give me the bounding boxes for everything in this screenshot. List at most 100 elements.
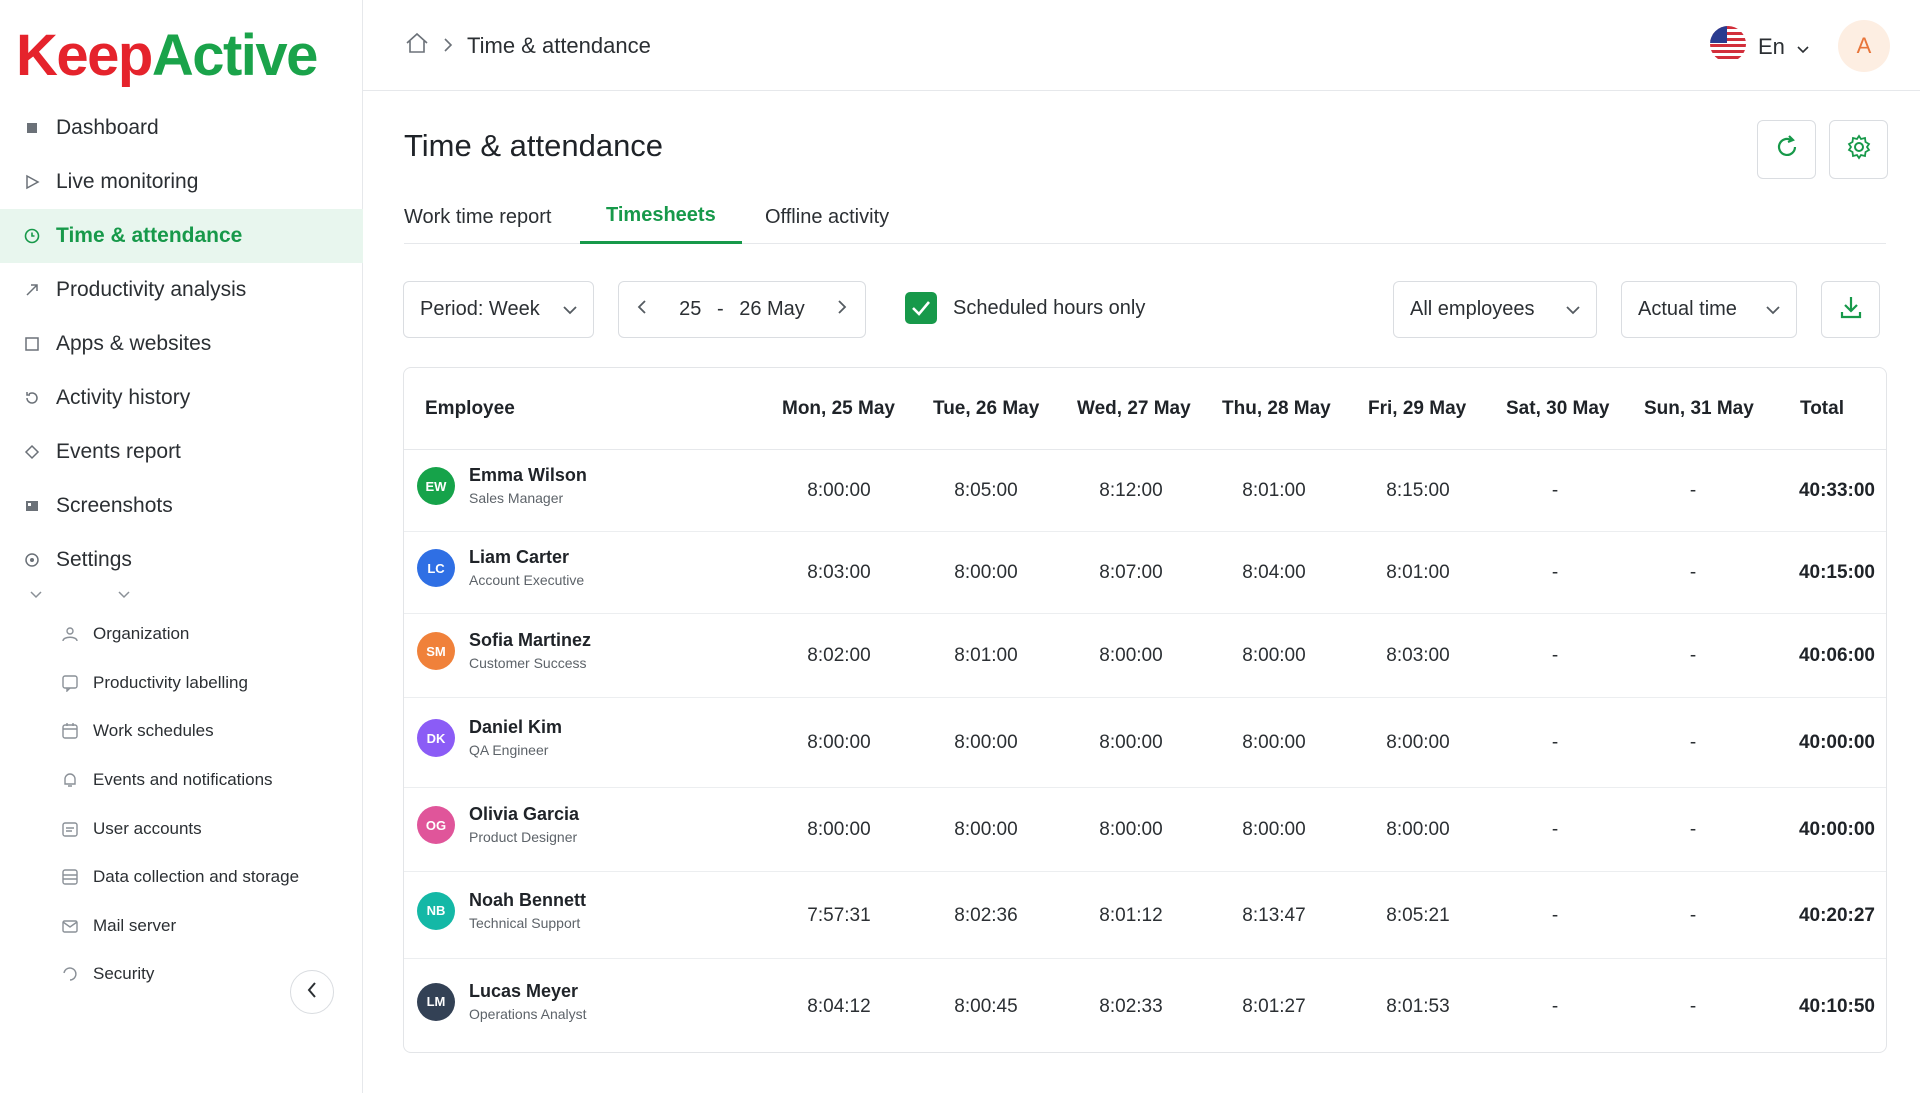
prev-period-button[interactable] bbox=[637, 298, 647, 321]
label-icon bbox=[60, 673, 80, 693]
refresh-button[interactable] bbox=[1757, 120, 1816, 179]
sidebar-subitem-label: Security bbox=[93, 964, 155, 984]
tab-bar: Work time report Timesheets Offline acti… bbox=[404, 190, 1886, 244]
breadcrumb-separator-icon bbox=[443, 33, 453, 59]
chevron-down-icon bbox=[563, 298, 577, 321]
total-cell: 40:06:00 bbox=[1798, 645, 1875, 666]
employee-name[interactable]: Daniel Kim bbox=[469, 717, 562, 738]
employee-name[interactable]: Noah Bennett bbox=[469, 890, 586, 911]
sidebar-item-settings[interactable]: Settings bbox=[0, 533, 363, 587]
table-row[interactable]: LM Lucas Meyer Operations Analyst 8:04:12 8:… bbox=[404, 959, 1886, 1052]
scheduled-hours-toggle[interactable]: Scheduled hours only bbox=[905, 292, 1145, 324]
sidebar-subitem-productivity-labelling[interactable]: Productivity labelling bbox=[0, 659, 363, 708]
settings-expand-indicator[interactable] bbox=[30, 586, 130, 602]
tab-timesheets[interactable]: Timesheets bbox=[580, 190, 742, 244]
table-row[interactable]: NB Noah Bennett Technical Support 7:57:31 8:… bbox=[404, 872, 1886, 959]
settings-subnav: Organization Productivity labelling Work… bbox=[0, 610, 363, 999]
date-range-picker: 25 - 26 May bbox=[618, 281, 866, 338]
language-label: En bbox=[1758, 34, 1785, 59]
sidebar-item-events-report[interactable]: Events report bbox=[0, 425, 363, 479]
scheduled-hours-checkbox[interactable] bbox=[905, 292, 937, 324]
tab-work-time-report[interactable]: Work time report bbox=[378, 190, 577, 244]
page-title: Time & attendance bbox=[404, 128, 664, 163]
day-cell: - bbox=[1551, 995, 1559, 1017]
employee-name[interactable]: Emma Wilson bbox=[469, 465, 587, 486]
column-header-mon: Mon, 25 May bbox=[782, 398, 895, 419]
collapse-sidebar-button[interactable] bbox=[290, 970, 334, 1014]
table-row[interactable]: DK Daniel Kim QA Engineer 8:00:00 8:00:00 8:0… bbox=[404, 698, 1886, 788]
day-cell: 8:05:21 bbox=[1386, 904, 1450, 926]
range-start: 25 bbox=[679, 298, 702, 320]
diamond-icon bbox=[22, 442, 42, 462]
period-select[interactable]: Period: Week bbox=[403, 281, 594, 338]
employee-role: Product Designer bbox=[469, 829, 578, 845]
time-mode-select[interactable]: Actual time bbox=[1621, 281, 1797, 338]
gear-icon bbox=[1846, 134, 1872, 165]
employee-name[interactable]: Liam Carter bbox=[469, 547, 569, 568]
tab-offline-activity[interactable]: Offline activity bbox=[739, 190, 915, 244]
employees-select[interactable]: All employees bbox=[1393, 281, 1597, 338]
sidebar-item-activity-history[interactable]: Activity history bbox=[0, 371, 363, 425]
date-range-label[interactable]: 25 - 26 May bbox=[679, 298, 805, 321]
day-cell: 8:00:00 bbox=[1099, 819, 1163, 840]
chevron-down-icon bbox=[1566, 298, 1580, 321]
breadcrumb: Time & attendance bbox=[405, 32, 651, 60]
settings-button[interactable] bbox=[1829, 120, 1888, 179]
history-icon bbox=[22, 388, 42, 408]
table-row[interactable]: EW Emma Wilson Sales Manager 8:00:00 8:05:00… bbox=[404, 450, 1886, 532]
sidebar-item-dashboard[interactable]: Dashboard bbox=[0, 101, 363, 155]
sidebar-item-label: Dashboard bbox=[56, 116, 159, 139]
user-avatar[interactable]: A bbox=[1838, 20, 1890, 72]
sidebar-subitem-user-accounts[interactable]: User accounts bbox=[0, 804, 363, 853]
employee-name[interactable]: Lucas Meyer bbox=[469, 981, 578, 1002]
table-row[interactable]: SM Sofia Martinez Customer Success 8:02:00 8… bbox=[404, 614, 1886, 698]
sidebar-subitem-label: User accounts bbox=[93, 818, 202, 838]
sidebar-item-time-attendance[interactable]: Time & attendance bbox=[0, 209, 363, 263]
day-cell: 8:00:00 bbox=[1242, 819, 1306, 840]
chevron-down-icon bbox=[30, 586, 42, 602]
chevron-down-icon bbox=[118, 586, 130, 602]
employee-avatar: LM bbox=[417, 982, 455, 1021]
bell-icon bbox=[60, 770, 80, 790]
sidebar-subitem-mail-server[interactable]: Mail server bbox=[0, 902, 363, 951]
day-cell: 8:02:36 bbox=[954, 904, 1018, 926]
employee-role: Sales Manager bbox=[469, 490, 564, 506]
breadcrumb-current: Time & attendance bbox=[467, 33, 651, 58]
employee-name[interactable]: Sofia Martinez bbox=[469, 630, 591, 651]
us-flag-icon bbox=[1710, 26, 1746, 68]
total-cell: 40:00:00 bbox=[1798, 732, 1875, 753]
day-cell: 8:00:00 bbox=[807, 819, 871, 840]
day-cell: 8:01:27 bbox=[1242, 995, 1306, 1017]
chevron-left-icon bbox=[306, 981, 318, 1004]
sidebar-subitem-organization[interactable]: Organization bbox=[0, 610, 363, 659]
app-logo[interactable]: KeepActive bbox=[16, 22, 318, 89]
day-cell: - bbox=[1551, 645, 1559, 666]
column-header-employee: Employee bbox=[425, 398, 515, 419]
next-period-button[interactable] bbox=[837, 298, 847, 321]
language-selector[interactable]: En bbox=[1710, 26, 1809, 68]
home-icon[interactable] bbox=[405, 32, 429, 60]
sidebar-item-live-monitoring[interactable]: Live monitoring bbox=[0, 155, 363, 209]
table-row[interactable]: LC Liam Carter Account Executive 8:03:00 8:0… bbox=[404, 532, 1886, 614]
sidebar-subitem-work-schedules[interactable]: Work schedules bbox=[0, 707, 363, 756]
day-cell: 8:07:00 bbox=[1099, 562, 1163, 583]
employee-name[interactable]: Olivia Garcia bbox=[469, 804, 579, 825]
day-cell: 8:00:00 bbox=[1386, 819, 1450, 840]
sidebar-item-apps-websites[interactable]: Apps & websites bbox=[0, 317, 363, 371]
sidebar-item-label: Settings bbox=[56, 548, 132, 571]
day-cell: 8:00:00 bbox=[1386, 732, 1450, 753]
mail-icon bbox=[60, 916, 80, 936]
download-button[interactable] bbox=[1821, 281, 1880, 338]
day-cell: 8:12:00 bbox=[1099, 480, 1163, 501]
day-cell: 8:00:00 bbox=[807, 732, 871, 753]
sidebar-item-screenshots[interactable]: Screenshots bbox=[0, 479, 363, 533]
sidebar-subitem-events-notifications[interactable]: Events and notifications bbox=[0, 756, 363, 805]
sidebar-item-productivity-analysis[interactable]: Productivity analysis bbox=[0, 263, 363, 317]
sidebar-subitem-data-collection[interactable]: Data collection and storage bbox=[0, 853, 363, 902]
total-cell: 40:00:00 bbox=[1798, 819, 1875, 840]
day-cell: 8:01:00 bbox=[1242, 480, 1306, 501]
top-bar: Time & attendance En A bbox=[363, 0, 1920, 91]
square-icon bbox=[22, 334, 42, 354]
sidebar-item-label: Activity history bbox=[56, 386, 191, 409]
table-row[interactable]: OG Olivia Garcia Product Designer 8:00:00 8:… bbox=[404, 788, 1886, 872]
